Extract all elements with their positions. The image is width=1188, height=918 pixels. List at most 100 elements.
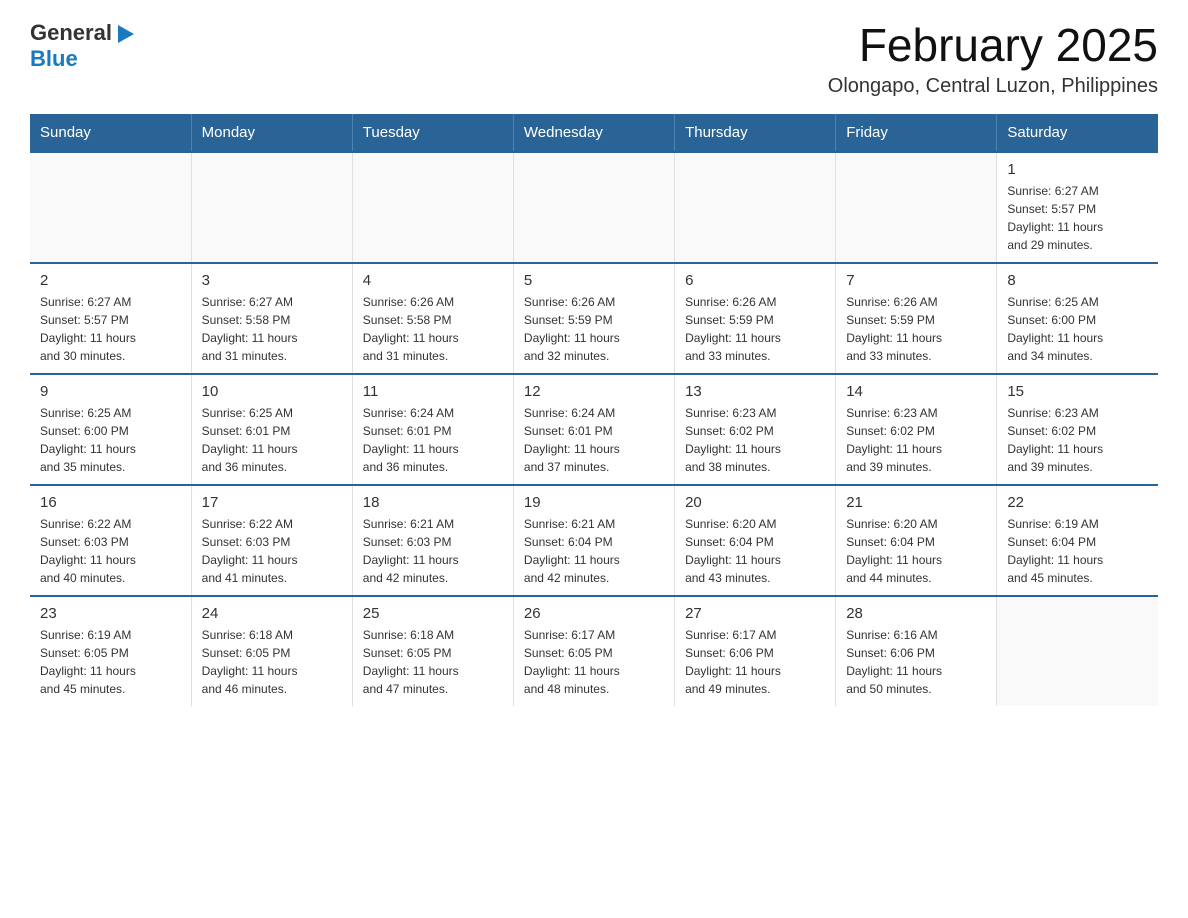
calendar-cell: 17 Sunrise: 6:22 AM Sunset: 6:03 PM Dayli…	[191, 485, 352, 596]
calendar-cell: 5 Sunrise: 6:26 AM Sunset: 5:59 PM Daylig…	[513, 263, 674, 374]
calendar-cell: 14 Sunrise: 6:23 AM Sunset: 6:02 PM Dayli…	[836, 374, 997, 485]
day-number: 25	[363, 605, 503, 622]
day-number: 27	[685, 605, 825, 622]
day-number: 7	[846, 272, 986, 289]
calendar-cell: 20 Sunrise: 6:20 AM Sunset: 6:04 PM Dayli…	[675, 485, 836, 596]
day-info: Sunrise: 6:23 AM Sunset: 6:02 PM Dayligh…	[846, 404, 986, 476]
calendar-cell: 3 Sunrise: 6:27 AM Sunset: 5:58 PM Daylig…	[191, 263, 352, 374]
day-info: Sunrise: 6:22 AM Sunset: 6:03 PM Dayligh…	[202, 515, 342, 587]
calendar-cell	[513, 152, 674, 263]
days-of-week-row: SundayMondayTuesdayWednesdayThursdayFrid…	[30, 114, 1158, 152]
calendar-cell	[30, 152, 191, 263]
calendar-cell: 27 Sunrise: 6:17 AM Sunset: 6:06 PM Dayli…	[675, 596, 836, 706]
day-info: Sunrise: 6:27 AM Sunset: 5:57 PM Dayligh…	[40, 293, 181, 365]
calendar-cell: 7Sunrise: 6:26 AM Sunset: 5:59 PM Daylig…	[836, 263, 997, 374]
day-number: 9	[40, 383, 181, 400]
day-info: Sunrise: 6:27 AM Sunset: 5:58 PM Dayligh…	[202, 293, 342, 365]
day-info: Sunrise: 6:25 AM Sunset: 6:00 PM Dayligh…	[1007, 293, 1148, 365]
day-number: 12	[524, 383, 664, 400]
day-number: 19	[524, 494, 664, 511]
calendar-cell: 9Sunrise: 6:25 AM Sunset: 6:00 PM Daylig…	[30, 374, 191, 485]
calendar-cell: 12Sunrise: 6:24 AM Sunset: 6:01 PM Dayli…	[513, 374, 674, 485]
day-info: Sunrise: 6:19 AM Sunset: 6:04 PM Dayligh…	[1007, 515, 1148, 587]
day-info: Sunrise: 6:23 AM Sunset: 6:02 PM Dayligh…	[1007, 404, 1148, 476]
day-number: 24	[202, 605, 342, 622]
calendar-cell	[352, 152, 513, 263]
day-number: 15	[1007, 383, 1148, 400]
day-number: 20	[685, 494, 825, 511]
day-number: 2	[40, 272, 181, 289]
day-info: Sunrise: 6:27 AM Sunset: 5:57 PM Dayligh…	[1007, 182, 1148, 254]
day-info: Sunrise: 6:21 AM Sunset: 6:03 PM Dayligh…	[363, 515, 503, 587]
day-info: Sunrise: 6:26 AM Sunset: 5:59 PM Dayligh…	[685, 293, 825, 365]
calendar-body: 1 Sunrise: 6:27 AM Sunset: 5:57 PM Daylig…	[30, 152, 1158, 706]
day-number: 23	[40, 605, 181, 622]
calendar-cell	[675, 152, 836, 263]
calendar-cell: 2 Sunrise: 6:27 AM Sunset: 5:57 PM Daylig…	[30, 263, 191, 374]
day-number: 3	[202, 272, 342, 289]
calendar-cell: 21 Sunrise: 6:20 AM Sunset: 6:04 PM Dayli…	[836, 485, 997, 596]
calendar-cell: 28 Sunrise: 6:16 AM Sunset: 6:06 PM Dayli…	[836, 596, 997, 706]
day-info: Sunrise: 6:24 AM Sunset: 6:01 PM Dayligh…	[363, 404, 503, 476]
day-info: Sunrise: 6:20 AM Sunset: 6:04 PM Dayligh…	[846, 515, 986, 587]
calendar-cell: 26Sunrise: 6:17 AM Sunset: 6:05 PM Dayli…	[513, 596, 674, 706]
day-number: 14	[846, 383, 986, 400]
day-number: 6	[685, 272, 825, 289]
day-number: 1	[1007, 161, 1148, 178]
calendar-cell: 15 Sunrise: 6:23 AM Sunset: 6:02 PM Dayli…	[997, 374, 1158, 485]
calendar-cell: 16 Sunrise: 6:22 AM Sunset: 6:03 PM Dayli…	[30, 485, 191, 596]
weekday-header-friday: Friday	[836, 114, 997, 152]
weekday-header-thursday: Thursday	[675, 114, 836, 152]
calendar-week-row: 16 Sunrise: 6:22 AM Sunset: 6:03 PM Dayli…	[30, 485, 1158, 596]
calendar-cell: 6 Sunrise: 6:26 AM Sunset: 5:59 PM Daylig…	[675, 263, 836, 374]
calendar-cell	[836, 152, 997, 263]
calendar-cell: 19Sunrise: 6:21 AM Sunset: 6:04 PM Dayli…	[513, 485, 674, 596]
calendar-week-row: 2 Sunrise: 6:27 AM Sunset: 5:57 PM Daylig…	[30, 263, 1158, 374]
calendar-week-row: 1 Sunrise: 6:27 AM Sunset: 5:57 PM Daylig…	[30, 152, 1158, 263]
calendar-week-row: 23Sunrise: 6:19 AM Sunset: 6:05 PM Dayli…	[30, 596, 1158, 706]
day-number: 4	[363, 272, 503, 289]
weekday-header-monday: Monday	[191, 114, 352, 152]
calendar-cell: 24 Sunrise: 6:18 AM Sunset: 6:05 PM Dayli…	[191, 596, 352, 706]
day-number: 8	[1007, 272, 1148, 289]
logo-flag-icon	[114, 23, 136, 45]
day-info: Sunrise: 6:23 AM Sunset: 6:02 PM Dayligh…	[685, 404, 825, 476]
day-number: 17	[202, 494, 342, 511]
day-info: Sunrise: 6:17 AM Sunset: 6:06 PM Dayligh…	[685, 626, 825, 698]
weekday-header-saturday: Saturday	[997, 114, 1158, 152]
logo: General Blue	[30, 20, 136, 72]
calendar-cell: 10Sunrise: 6:25 AM Sunset: 6:01 PM Dayli…	[191, 374, 352, 485]
day-number: 28	[846, 605, 986, 622]
day-info: Sunrise: 6:20 AM Sunset: 6:04 PM Dayligh…	[685, 515, 825, 587]
calendar-cell	[191, 152, 352, 263]
calendar-cell: 11Sunrise: 6:24 AM Sunset: 6:01 PM Dayli…	[352, 374, 513, 485]
day-number: 13	[685, 383, 825, 400]
day-info: Sunrise: 6:26 AM Sunset: 5:58 PM Dayligh…	[363, 293, 503, 365]
calendar-cell: 1 Sunrise: 6:27 AM Sunset: 5:57 PM Daylig…	[997, 152, 1158, 263]
month-title: February 2025	[828, 20, 1158, 71]
calendar-cell	[997, 596, 1158, 706]
calendar-cell: 23Sunrise: 6:19 AM Sunset: 6:05 PM Dayli…	[30, 596, 191, 706]
day-number: 10	[202, 383, 342, 400]
day-info: Sunrise: 6:18 AM Sunset: 6:05 PM Dayligh…	[363, 626, 503, 698]
logo-general-text: General	[30, 20, 112, 46]
calendar-cell: 4 Sunrise: 6:26 AM Sunset: 5:58 PM Daylig…	[352, 263, 513, 374]
calendar-cell: 8 Sunrise: 6:25 AM Sunset: 6:00 PM Daylig…	[997, 263, 1158, 374]
day-number: 21	[846, 494, 986, 511]
day-info: Sunrise: 6:26 AM Sunset: 5:59 PM Dayligh…	[524, 293, 664, 365]
logo-blue-text: Blue	[30, 46, 78, 71]
calendar-cell: 18Sunrise: 6:21 AM Sunset: 6:03 PM Dayli…	[352, 485, 513, 596]
day-info: Sunrise: 6:18 AM Sunset: 6:05 PM Dayligh…	[202, 626, 342, 698]
day-number: 5	[524, 272, 664, 289]
weekday-header-sunday: Sunday	[30, 114, 191, 152]
day-info: Sunrise: 6:22 AM Sunset: 6:03 PM Dayligh…	[40, 515, 181, 587]
page-header: General Blue February 2025 Olongapo, Cen…	[30, 20, 1158, 98]
calendar-header: SundayMondayTuesdayWednesdayThursdayFrid…	[30, 114, 1158, 152]
title-block: February 2025 Olongapo, Central Luzon, P…	[828, 20, 1158, 98]
weekday-header-tuesday: Tuesday	[352, 114, 513, 152]
day-number: 16	[40, 494, 181, 511]
day-info: Sunrise: 6:17 AM Sunset: 6:05 PM Dayligh…	[524, 626, 664, 698]
calendar-cell: 25 Sunrise: 6:18 AM Sunset: 6:05 PM Dayli…	[352, 596, 513, 706]
day-info: Sunrise: 6:16 AM Sunset: 6:06 PM Dayligh…	[846, 626, 986, 698]
calendar-cell: 13 Sunrise: 6:23 AM Sunset: 6:02 PM Dayli…	[675, 374, 836, 485]
